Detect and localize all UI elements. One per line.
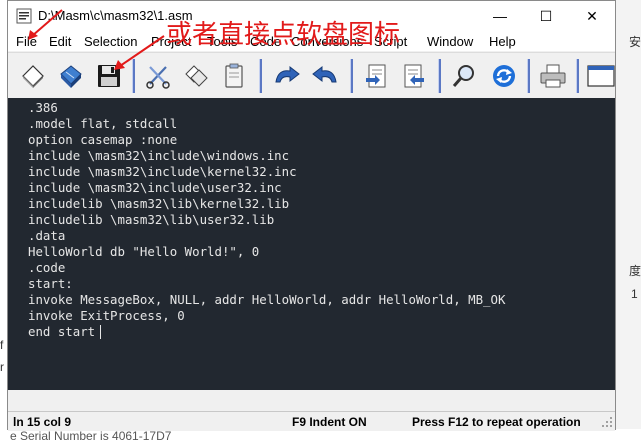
window-icon (587, 65, 615, 87)
code-line: end start (28, 324, 96, 339)
toolbar-separator (438, 59, 441, 93)
toolbar-separator (527, 59, 530, 93)
resize-grip-icon[interactable] (601, 416, 613, 428)
clipboard-icon (225, 63, 243, 88)
annotation-text: 或者直接点软盘图标 (166, 20, 401, 50)
indent-left-icon (404, 64, 424, 88)
indent-right-icon (366, 64, 386, 88)
code-line: .model flat, stdcall (28, 116, 178, 131)
find-button[interactable] (447, 59, 481, 93)
text-caret (100, 325, 101, 339)
code-line: .code (28, 260, 66, 275)
status-bar: ln 15 col 9 F9 Indent ON Press F12 to re… (8, 411, 615, 431)
code-line: HelloWorld db "Hello World!", 0 (28, 244, 260, 259)
outdent-button[interactable] (397, 59, 431, 93)
toolbar-separator (350, 59, 353, 93)
new-file-button[interactable] (16, 59, 50, 93)
maximize-button[interactable]: ☐ (523, 1, 569, 31)
redo-button[interactable] (308, 59, 342, 93)
magnifier-icon (452, 65, 474, 87)
code-line: invoke ExitProcess, 0 (28, 308, 185, 323)
background-fragment: f (0, 338, 4, 352)
toolbar-separator (132, 59, 135, 93)
code-line: include \masm32\include\kernel32.inc (28, 164, 297, 179)
background-bottom-text: e Serial Number is 4061-17D7 (10, 429, 172, 443)
paste-button[interactable] (217, 59, 251, 93)
refresh-icon (493, 65, 515, 87)
redo-arrow-icon (312, 65, 337, 83)
print-button[interactable] (536, 59, 570, 93)
close-icon: ✕ (586, 7, 598, 24)
menu-window[interactable]: Window (427, 34, 473, 49)
toolbar-separator (259, 59, 262, 93)
menu-help[interactable]: Help (489, 34, 516, 49)
background-fragment: 1 (631, 287, 638, 301)
indent-button[interactable] (359, 59, 393, 93)
minimize-button[interactable]: — (477, 1, 523, 31)
code-line: includelib \masm32\lib\kernel32.lib (28, 196, 290, 211)
open-book-icon (60, 65, 82, 88)
menu-selection[interactable]: Selection (84, 34, 137, 49)
code-line: include \masm32\include\user32.inc (28, 180, 282, 195)
save-file-button[interactable] (92, 59, 126, 93)
qeditor-window: D:\Masm\c\masm32\1.asm — ☐ ✕ File Edit S… (7, 0, 616, 431)
code-editor[interactable]: .386 .model flat, stdcall option casemap… (8, 98, 615, 390)
undo-arrow-icon (275, 65, 300, 83)
window-button[interactable] (584, 59, 618, 93)
menu-edit[interactable]: Edit (49, 34, 71, 49)
code-line: .data (28, 228, 66, 243)
undo-button[interactable] (270, 59, 304, 93)
toolbar (8, 52, 615, 100)
background-fragment: 安 (629, 35, 641, 49)
app-icon (16, 8, 32, 24)
background-right-strip (615, 0, 641, 439)
maximize-icon: ☐ (539, 7, 553, 24)
replace-button[interactable] (487, 59, 521, 93)
background-fragment: 度 (629, 264, 641, 278)
copy-pages-icon (185, 65, 208, 87)
code-line: option casemap :none (28, 132, 178, 147)
cursor-position: ln 15 col 9 (13, 415, 72, 429)
status-hint: Press F12 to repeat operation (412, 415, 581, 429)
code-line: include \masm32\include\windows.inc (28, 148, 290, 163)
copy-button[interactable] (179, 59, 213, 93)
code-line: start: (28, 276, 73, 291)
toolbar-separator (576, 59, 579, 93)
scissors-icon (146, 66, 170, 89)
printer-icon (540, 64, 566, 88)
background-fragment: r (0, 360, 4, 374)
menu-file[interactable]: File (16, 34, 37, 49)
minimize-icon: — (493, 8, 507, 24)
floppy-disk-icon (98, 65, 120, 87)
cut-button[interactable] (141, 59, 175, 93)
code-line: .386 (28, 100, 58, 115)
indent-status: F9 Indent ON (292, 415, 367, 429)
code-line: invoke MessageBox, NULL, addr HelloWorld… (28, 292, 506, 307)
blank-page-icon (22, 65, 44, 88)
code-line: includelib \masm32\lib\user32.lib (28, 212, 275, 227)
close-button[interactable]: ✕ (569, 1, 615, 31)
open-file-button[interactable] (54, 59, 88, 93)
